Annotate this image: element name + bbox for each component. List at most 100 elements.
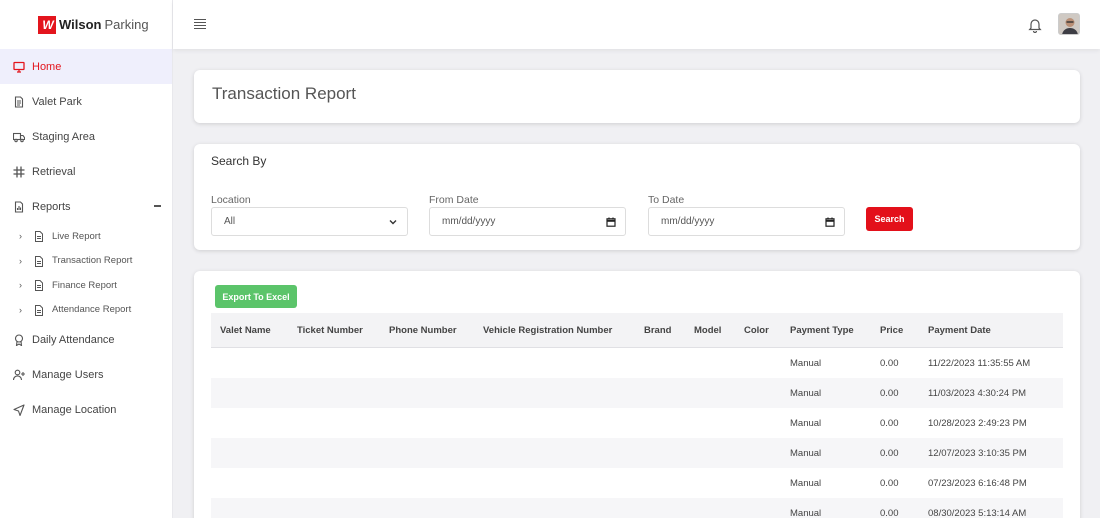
slack-icon <box>13 165 25 178</box>
sidebar-subitem-finance-report[interactable]: › Finance Report <box>0 273 172 298</box>
column-header-valet-name[interactable]: Valet Name <box>220 325 271 336</box>
document-icon <box>13 95 25 108</box>
sidebar-item-home[interactable]: Home <box>0 49 172 84</box>
column-header-phone-number[interactable]: Phone Number <box>389 325 457 336</box>
export-to-excel-button[interactable]: Export To Excel <box>215 285 297 308</box>
column-header-vehicle-registration[interactable]: Vehicle Registration Number <box>483 325 612 336</box>
menu-toggle-icon[interactable] <box>194 19 206 29</box>
transactions-table-card: Export To Excel Valet Name Ticket Number… <box>194 271 1080 518</box>
sidebar: W Wilson Parking Home Valet Park Staging… <box>0 0 173 518</box>
column-header-ticket-number[interactable]: Ticket Number <box>297 325 363 336</box>
bell-icon[interactable] <box>1028 17 1042 33</box>
cell-payment-date: 11/22/2023 11:35:55 AM <box>928 358 1031 369</box>
cell-payment-type: Manual <box>790 358 822 369</box>
sidebar-subitem-label: Transaction Report <box>52 255 133 267</box>
sidebar-subitem-attendance-report[interactable]: › Attendance Report <box>0 298 172 323</box>
monitor-icon <box>13 61 25 73</box>
from-date-input[interactable]: mm/dd/yyyy <box>429 207 626 236</box>
file-icon <box>34 255 44 267</box>
cell-payment-type: Manual <box>790 448 822 459</box>
sidebar-item-staging-area[interactable]: Staging Area <box>0 119 172 154</box>
search-panel: Search By Location All From Date mm/dd/y… <box>194 144 1080 250</box>
sidebar-item-manage-location[interactable]: Manage Location <box>0 392 172 427</box>
sidebar-item-label: Manage Location <box>32 403 117 416</box>
truck-icon <box>13 131 25 143</box>
chevron-down-icon <box>389 220 397 225</box>
to-date-value: mm/dd/yyyy <box>661 216 715 227</box>
sidebar-item-label: Home <box>32 60 62 73</box>
chevron-right-icon: › <box>19 231 22 242</box>
column-header-model[interactable]: Model <box>694 325 721 336</box>
cell-payment-date: 11/03/2023 4:30:24 PM <box>928 388 1027 399</box>
to-date-label: To Date <box>648 194 685 206</box>
sidebar-item-label: Manage Users <box>32 368 104 381</box>
sidebar-item-label: Reports <box>32 200 71 213</box>
report-icon <box>13 200 25 213</box>
sidebar-item-label: Daily Attendance <box>32 333 115 346</box>
from-date-value: mm/dd/yyyy <box>442 216 496 227</box>
column-header-payment-date[interactable]: Payment Date <box>928 325 991 336</box>
cell-price: 0.00 <box>880 478 899 489</box>
brand-name-bold: Wilson <box>59 17 102 32</box>
table-row: Manual 0.00 08/30/2023 5:13:14 AM <box>211 498 1063 518</box>
column-header-brand[interactable]: Brand <box>644 325 671 336</box>
from-date-label: From Date <box>429 194 479 206</box>
sidebar-item-manage-users[interactable]: Manage Users <box>0 357 172 392</box>
sidebar-subitem-label: Finance Report <box>52 279 117 291</box>
cell-payment-date: 12/07/2023 3:10:35 PM <box>928 448 1027 459</box>
table-row: Manual 0.00 12/07/2023 3:10:35 PM <box>211 438 1063 468</box>
table-row: Manual 0.00 11/22/2023 11:35:55 AM <box>211 348 1063 378</box>
chevron-right-icon: › <box>19 280 22 291</box>
cell-payment-type: Manual <box>790 388 822 399</box>
location-select-value: All <box>224 216 236 227</box>
user-plus-icon <box>13 369 25 381</box>
cell-payment-date: 07/23/2023 6:16:48 PM <box>928 478 1027 489</box>
sidebar-item-daily-attendance[interactable]: Daily Attendance <box>0 322 172 357</box>
sidebar-item-label: Valet Park <box>32 95 82 108</box>
page-title: Transaction Report <box>212 84 356 103</box>
wilson-logo-mark: W <box>38 15 56 34</box>
location-label: Location <box>211 194 251 206</box>
avatar[interactable] <box>1058 13 1080 35</box>
search-button[interactable]: Search <box>866 207 913 231</box>
brand-logo[interactable]: W Wilson Parking <box>0 0 172 49</box>
sidebar-item-reports[interactable]: Reports <box>0 189 172 224</box>
column-header-price[interactable]: Price <box>880 325 903 336</box>
file-icon <box>34 231 44 243</box>
sidebar-subitem-label: Attendance Report <box>52 304 132 316</box>
table-row: Manual 0.00 10/28/2023 2:49:23 PM <box>211 408 1063 438</box>
cell-payment-date: 10/28/2023 2:49:23 PM <box>928 418 1027 429</box>
search-panel-title: Search By <box>211 154 267 168</box>
table-row: Manual 0.00 07/23/2023 6:16:48 PM <box>211 468 1063 498</box>
sidebar-subitem-label: Live Report <box>52 230 101 242</box>
cell-price: 0.00 <box>880 418 899 429</box>
column-header-payment-type[interactable]: Payment Type <box>790 325 854 336</box>
sidebar-subitem-transaction-report[interactable]: › Transaction Report <box>0 249 172 274</box>
cell-payment-type: Manual <box>790 478 822 489</box>
navigation-icon <box>13 403 25 416</box>
to-date-input[interactable]: mm/dd/yyyy <box>648 207 845 236</box>
cell-payment-date: 08/30/2023 5:13:14 AM <box>928 508 1027 518</box>
file-icon <box>34 304 44 316</box>
award-icon <box>13 333 25 346</box>
sidebar-item-label: Retrieval <box>32 165 76 178</box>
cell-payment-type: Manual <box>790 418 822 429</box>
sidebar-subitem-live-report[interactable]: › Live Report <box>0 224 172 249</box>
cell-price: 0.00 <box>880 358 899 369</box>
location-select[interactable]: All <box>211 207 408 236</box>
top-header <box>173 0 1100 49</box>
sidebar-item-retrieval[interactable]: Retrieval <box>0 154 172 189</box>
table-header: Valet Name Ticket Number Phone Number Ve… <box>211 313 1063 348</box>
cell-price: 0.00 <box>880 388 899 399</box>
calendar-icon[interactable] <box>825 217 835 227</box>
calendar-icon[interactable] <box>606 217 616 227</box>
file-icon <box>34 280 44 292</box>
column-header-color[interactable]: Color <box>744 325 769 336</box>
collapse-minus-icon[interactable] <box>154 205 161 207</box>
sidebar-item-valet-park[interactable]: Valet Park <box>0 84 172 119</box>
cell-payment-type: Manual <box>790 508 822 518</box>
page-title-card: Transaction Report <box>194 70 1080 123</box>
table-row: Manual 0.00 11/03/2023 4:30:24 PM <box>211 378 1063 408</box>
chevron-right-icon: › <box>19 255 22 266</box>
sidebar-item-label: Staging Area <box>32 130 95 143</box>
